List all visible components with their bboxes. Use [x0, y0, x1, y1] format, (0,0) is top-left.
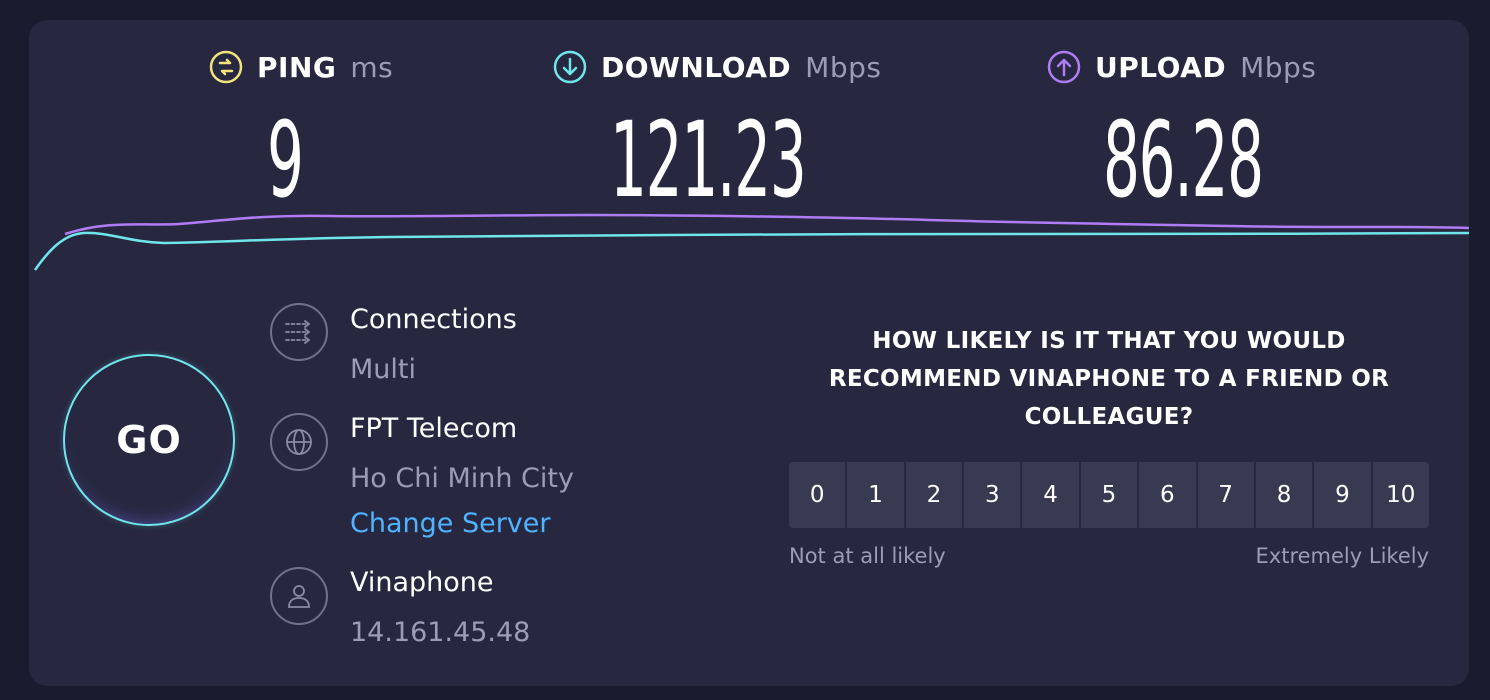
connections-icon[interactable]: [270, 303, 328, 361]
upload-arrow-icon: [1047, 50, 1081, 84]
download-label: DOWNLOAD: [601, 50, 792, 84]
survey-question: HOW LIKELY IS IT THAT YOU WOULD RECOMMEN…: [828, 328, 1390, 430]
isp-name: Vinaphone: [350, 567, 494, 598]
rating-scale: 0 1 2 3 4 5 6 7 8 9 10: [789, 462, 1429, 528]
go-button[interactable]: GO: [63, 354, 235, 526]
rating-option-5[interactable]: 5: [1080, 462, 1138, 528]
speedtest-panel: PING ms 9 DOWNLOAD Mbps 121.23 UPLOAD Mb…: [29, 20, 1469, 686]
scale-low-label: Not at all likely: [789, 544, 946, 568]
rating-option-6[interactable]: 6: [1139, 462, 1196, 528]
isp-ip: 14.161.45.48: [350, 617, 531, 648]
rating-option-3[interactable]: 3: [964, 462, 1021, 528]
scale-high-label: Extremely Likely: [1255, 544, 1429, 568]
ping-icon: [209, 50, 243, 84]
connections-value: Multi: [350, 354, 416, 385]
upload-metric: UPLOAD Mbps 86.28: [1047, 50, 1317, 212]
download-metric: DOWNLOAD Mbps 121.23: [553, 50, 882, 212]
rating-option-10[interactable]: 10: [1372, 462, 1429, 528]
rating-option-8[interactable]: 8: [1255, 462, 1313, 528]
rating-option-9[interactable]: 9: [1314, 462, 1371, 528]
ping-unit: ms: [350, 50, 394, 84]
download-speed-line: [33, 231, 1469, 271]
ping-label: PING: [257, 50, 337, 84]
rating-option-2[interactable]: 2: [905, 462, 963, 528]
upload-label: UPLOAD: [1095, 50, 1227, 84]
rating-option-4[interactable]: 4: [1022, 462, 1079, 528]
ping-metric: PING ms 9: [209, 50, 394, 212]
rating-option-0[interactable]: 0: [789, 462, 846, 528]
upload-speed-line: [64, 213, 1469, 236]
speed-graph: [33, 213, 1469, 271]
download-unit: Mbps: [805, 50, 882, 84]
connections-title: Connections: [350, 304, 517, 335]
server-location: Ho Chi Minh City: [350, 463, 574, 494]
server-name: FPT Telecom: [350, 413, 518, 444]
globe-icon: [270, 413, 328, 471]
user-icon: [270, 567, 328, 625]
rating-option-7[interactable]: 7: [1197, 462, 1254, 528]
rating-option-1[interactable]: 1: [847, 462, 904, 528]
upload-unit: Mbps: [1240, 50, 1317, 84]
change-server-link[interactable]: Change Server: [350, 508, 551, 539]
download-arrow-icon: [553, 50, 587, 84]
go-label: GO: [116, 418, 182, 462]
